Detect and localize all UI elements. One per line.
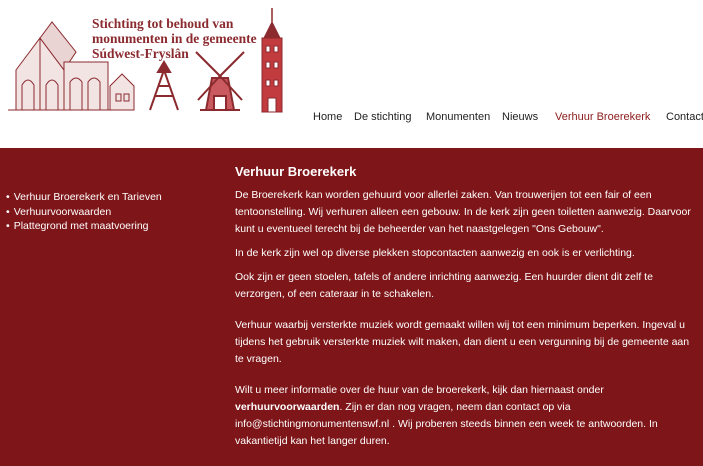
bullet-icon: • xyxy=(6,220,10,232)
logo-line-2: monumenten in de gemeente xyxy=(92,31,257,46)
main-area: • Verhuur Broerekerk en Tarieven • Verhuur… xyxy=(0,148,703,466)
nav-item-home[interactable]: Home xyxy=(313,111,342,123)
logo-line-3: Súdwest-Fryslân xyxy=(92,46,189,61)
paragraph-4: Verhuur waarbij versterkte muziek wordt … xyxy=(235,319,690,365)
paragraph-5-text-a: Wilt u meer informatie over de huur van … xyxy=(235,384,604,396)
paragraph-3: Ook zijn er geen stoelen, tafels of ande… xyxy=(235,271,653,300)
bullet-icon: • xyxy=(6,191,10,203)
paragraph-5: Wilt u meer informatie over de huur van … xyxy=(235,382,697,450)
site-header: Stichting tot behoud van monumenten in d… xyxy=(0,0,703,148)
sidebar: • Verhuur Broerekerk en Tarieven • Verhuur… xyxy=(6,190,162,234)
paragraph-1: De Broerekerk kan worden gehuurd voor al… xyxy=(235,189,691,235)
church-tower-icon xyxy=(261,8,283,113)
nav-item-nieuws[interactable]: Nieuws xyxy=(502,111,538,123)
sidebar-item-verhuurvoorwaarden[interactable]: • Verhuurvoorwaarden xyxy=(6,205,162,220)
content: Verhuur Broerekerk De Broerekerk kan wor… xyxy=(235,164,697,457)
nav-item-monumenten[interactable]: Monumenten xyxy=(426,111,490,123)
house-icon xyxy=(109,73,135,111)
logo-text[interactable]: Stichting tot behoud van monumenten in d… xyxy=(92,16,257,61)
paragraph-2: In de kerk zijn wel op diverse plekken s… xyxy=(235,247,635,259)
nav-item-contact[interactable]: Contact xyxy=(666,111,703,123)
sidebar-item-label: Verhuurvoorwaarden xyxy=(13,205,112,218)
sidebar-item-plattegrond[interactable]: • Plattegrond met maatvoering xyxy=(6,219,162,234)
nav-item-de-stichting[interactable]: De stichting xyxy=(354,111,411,123)
sidebar-item-verhuur-en-tarieven[interactable]: • Verhuur Broerekerk en Tarieven xyxy=(6,190,162,205)
logo-line-1: Stichting tot behoud van xyxy=(92,16,234,31)
bell-tower-icon xyxy=(149,60,179,111)
nav-item-verhuur-broerekerk[interactable]: Verhuur Broerekerk xyxy=(555,111,650,123)
main-nav: Home De stichting Monumenten Nieuws Verh… xyxy=(0,111,703,125)
bullet-icon: • xyxy=(6,205,10,218)
verhuurvoorwaarden-emphasis: verhuurvoorwaarden xyxy=(235,401,340,413)
page-title: Verhuur Broerekerk xyxy=(235,164,357,179)
sidebar-item-label: Plattegrond met maatvoering xyxy=(13,220,149,232)
sidebar-item-label: Verhuur Broerekerk en Tarieven xyxy=(13,191,162,203)
